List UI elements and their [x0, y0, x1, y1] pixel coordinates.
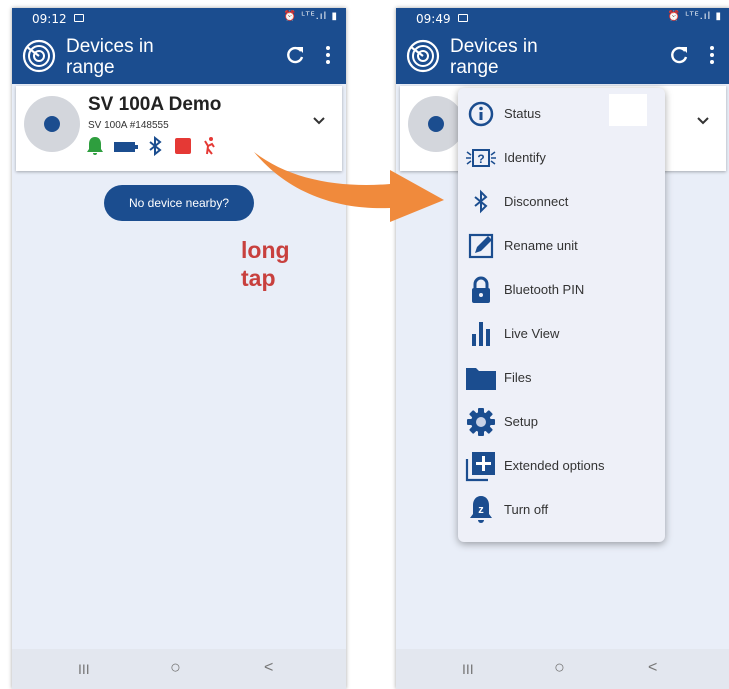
more-options-icon[interactable] — [324, 44, 332, 66]
refresh-icon[interactable] — [668, 44, 690, 66]
home-button[interactable]: ○ — [554, 657, 565, 678]
menu-item-label: Setup — [504, 414, 538, 429]
back-button[interactable]: < — [264, 659, 273, 677]
chevron-down-icon[interactable] — [696, 116, 710, 126]
app-bar: Devices in range — [12, 30, 346, 84]
image-notification-icon — [458, 14, 468, 22]
system-status-icons: ⏰ ᴸᵀᴱ.ıl ▮ — [283, 11, 338, 22]
radar-logo-icon — [22, 39, 56, 73]
menu-item-label: Extended options — [504, 458, 605, 473]
menu-item-label: Turn off — [504, 502, 549, 517]
svg-text:?: ? — [477, 152, 484, 166]
image-notification-icon — [74, 14, 84, 22]
menu-item-bluetooth-pin[interactable]: Bluetooth PIN — [458, 270, 665, 310]
recent-apps-button[interactable]: III — [462, 661, 474, 677]
menu-item-label: Live View — [504, 326, 560, 341]
refresh-icon[interactable] — [284, 44, 306, 66]
menu-item-rename-unit[interactable]: Rename unit — [458, 226, 665, 266]
status-time: 09:49 — [416, 12, 451, 26]
bluetooth-icon — [474, 189, 488, 214]
menu-item-turn-off[interactable]: z Turn off — [458, 490, 665, 530]
bell-off-icon: z — [470, 496, 492, 523]
menu-item-files[interactable]: Files — [458, 358, 665, 398]
recent-apps-button[interactable]: III — [78, 661, 90, 677]
menu-item-setup[interactable]: Setup — [458, 402, 665, 442]
menu-item-live-view[interactable]: Live View — [458, 314, 665, 354]
bell-icon — [86, 136, 104, 161]
menu-item-disconnect[interactable]: Disconnect — [458, 182, 665, 222]
device-avatar — [24, 96, 80, 152]
system-nav-bar: III ○ < — [12, 649, 346, 689]
device-avatar-dot — [44, 116, 60, 132]
device-name: SV 100A Demo — [88, 94, 222, 115]
status-bar: 09:49 ⏰ ᴸᵀᴱ.ıl ▮ — [396, 8, 729, 30]
folder-icon — [466, 368, 496, 390]
home-button[interactable]: ○ — [170, 657, 181, 678]
person-activity-icon — [202, 136, 216, 161]
more-options-icon[interactable] — [708, 44, 716, 66]
battery-icon — [114, 140, 138, 158]
plus-box-icon — [465, 452, 495, 482]
identify-icon: ? — [466, 149, 496, 167]
pencil-icon — [468, 233, 494, 259]
lock-icon — [472, 276, 490, 303]
bluetooth-icon — [148, 135, 162, 161]
menu-item-label: Disconnect — [504, 194, 569, 209]
status-bar: 09:12 ⏰ ᴸᵀᴱ.ıl ▮ — [12, 8, 346, 30]
menu-item-extended-options[interactable]: Extended options — [458, 446, 665, 486]
page-title: Devices in range — [66, 36, 154, 78]
menu-item-label: Rename unit — [504, 238, 578, 253]
page-title: Devices in range — [450, 36, 538, 78]
menu-item-label: Status — [504, 106, 541, 121]
menu-item-identify[interactable]: ? Identify — [458, 138, 665, 178]
gear-icon — [467, 408, 495, 436]
radar-logo-icon — [406, 39, 440, 73]
menu-item-label: Bluetooth PIN — [504, 282, 585, 297]
device-avatar-dot — [428, 116, 444, 132]
no-device-nearby-button[interactable]: No device nearby? — [104, 185, 254, 221]
device-model-id: SV 100A #148555 — [88, 120, 169, 131]
info-icon — [468, 101, 494, 127]
transition-arrow-icon — [254, 152, 444, 222]
system-nav-bar: III ○ < — [396, 649, 729, 689]
blank-overlay-box — [609, 94, 647, 126]
back-button[interactable]: < — [648, 659, 657, 677]
long-tap-annotation: long tap — [241, 237, 290, 291]
left-phone-screen: 09:12 ⏰ ᴸᵀᴱ.ıl ▮ Devices in range SV 100… — [12, 8, 346, 689]
svg-text:z: z — [478, 504, 484, 516]
device-context-menu: Status ? Identify Disconnect Rename unit… — [458, 88, 665, 542]
menu-item-label: Identify — [504, 150, 546, 165]
stop-icon — [174, 137, 192, 160]
status-time: 09:12 — [32, 12, 67, 26]
menu-item-label: Files — [504, 370, 532, 385]
chevron-down-icon[interactable] — [312, 116, 326, 126]
bars-icon — [472, 322, 490, 346]
app-bar: Devices in range — [396, 30, 729, 84]
system-status-icons: ⏰ ᴸᵀᴱ.ıl ▮ — [667, 11, 722, 22]
